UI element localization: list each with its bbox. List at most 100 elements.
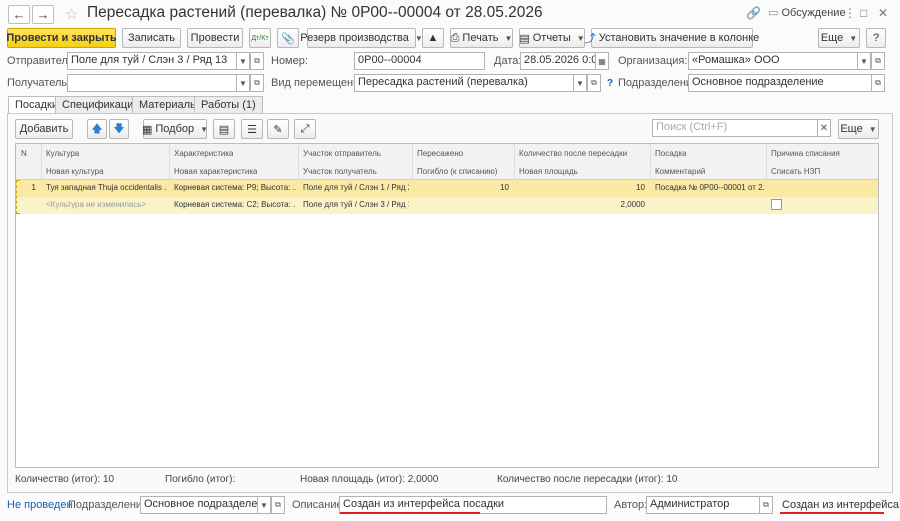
chevron-down-icon[interactable]: ▼ xyxy=(573,74,587,92)
new-culture-cell[interactable]: <Культура не изменилась> xyxy=(46,200,166,209)
recipient-plot-cell[interactable]: Поле для туй / Слэн 3 / Ряд 13 xyxy=(303,200,409,209)
chevron-down-icon: ▼ xyxy=(849,33,858,43)
created-from-underline xyxy=(780,512,884,514)
culture-cell[interactable]: Туя западная Thuja occidentalis ... xyxy=(46,183,166,192)
header-new-area[interactable]: Новая площадь xyxy=(519,167,578,176)
calendar-icon[interactable]: ▦ xyxy=(595,52,609,70)
reports-button[interactable]: ▤ Отчеты ▼ xyxy=(519,28,585,48)
pick-button[interactable]: ▦ Подбор ▼ xyxy=(142,119,209,139)
open-icon[interactable]: ⧉ xyxy=(250,52,264,70)
number-label: Номер: xyxy=(271,55,308,67)
favorite-star-icon[interactable]: ☆ xyxy=(65,5,78,23)
table-more-button[interactable]: Еще ▼ xyxy=(838,119,879,139)
open-icon[interactable]: ⧉ xyxy=(271,496,285,514)
more-vertical-icon[interactable]: ⋮ xyxy=(844,6,856,20)
organization-field[interactable]: «Ромашка» ООО xyxy=(688,52,858,70)
expand-icon[interactable]: ⤢ xyxy=(294,119,316,139)
dt-kt-icon[interactable]: Дт/Кт xyxy=(249,28,271,48)
recipient-field[interactable] xyxy=(67,74,237,92)
document-title: Пересадка растений (перевалка) № 0Р00--0… xyxy=(87,4,543,21)
total-qty-after: Количество после пересадки (итог): 10 xyxy=(497,474,678,485)
paperclip-icon[interactable]: 📎 xyxy=(277,28,299,48)
planting-cell[interactable]: Посадка № 0Р00--00001 от 2... xyxy=(655,183,765,192)
open-icon[interactable]: ⧉ xyxy=(759,496,773,514)
link-icon[interactable]: 🔗 xyxy=(746,6,761,20)
total-new-area: Новая площадь (итог): 2,0000 xyxy=(300,474,439,485)
number-field[interactable]: 0Р00--00004 xyxy=(354,52,485,70)
printer-icon: ⎙ xyxy=(450,31,460,44)
date-field[interactable]: 28.05.2026 0:00: xyxy=(520,52,596,70)
add-button[interactable]: Добавить xyxy=(15,119,73,139)
header-n[interactable]: N xyxy=(21,149,27,158)
movement-type-field[interactable]: Пересадка растений (перевалка) xyxy=(354,74,574,92)
header-new-characteristic[interactable]: Новая характеристика xyxy=(174,167,257,176)
post-button[interactable]: Провести xyxy=(187,28,243,48)
new-area-cell[interactable]: 2,0000 xyxy=(519,200,645,209)
save-button[interactable]: Записать xyxy=(122,28,181,48)
reserve-production-button[interactable]: Резерв производства ▼ xyxy=(300,28,423,48)
write-off-wip-checkbox[interactable] xyxy=(771,199,782,210)
header-characteristic[interactable]: Характеристика xyxy=(174,149,233,158)
clear-search-icon[interactable]: ✕ xyxy=(817,119,831,137)
maximize-icon[interactable]: □ xyxy=(860,6,867,20)
set-column-value-button[interactable]: ⤴ Установить значение в колонке xyxy=(585,28,759,48)
author-label: Автор: xyxy=(614,499,648,511)
description-underline xyxy=(340,512,480,514)
open-icon[interactable]: ⧉ xyxy=(871,74,885,92)
search-input[interactable]: Поиск (Ctrl+F) xyxy=(652,119,818,137)
qty-after-cell[interactable]: 10 xyxy=(519,183,645,192)
header-write-off-reason[interactable]: Причина списания xyxy=(771,149,840,158)
header-qty-after[interactable]: Количество после пересадки xyxy=(519,149,627,158)
forward-arrow-icon[interactable]: → xyxy=(32,5,54,24)
header-dead[interactable]: Погибло (к списанию) xyxy=(417,167,497,176)
reports-icon: ▤ xyxy=(519,32,530,45)
chevron-down-icon[interactable]: ▼ xyxy=(857,52,871,70)
footer-department-field[interactable]: Основное подразделение xyxy=(140,496,258,514)
department-field[interactable]: Основное подразделение xyxy=(688,74,872,92)
help-button[interactable]: ? xyxy=(866,28,886,48)
close-icon[interactable]: ✕ xyxy=(878,6,888,20)
move-down-icon[interactable]: 🡇 xyxy=(109,119,129,139)
help-question-icon[interactable]: ? xyxy=(603,76,617,90)
back-arrow-icon[interactable]: ← xyxy=(8,5,30,24)
new-characteristic-cell[interactable]: Корневая система: C2; Высота: ... xyxy=(174,200,296,209)
table-icon[interactable]: ▤ xyxy=(213,119,235,139)
discussion-button[interactable]: ▭ Обсуждение xyxy=(768,6,846,19)
chat-icon: ▭ xyxy=(768,7,779,19)
move-up-icon[interactable]: 🡅 xyxy=(87,119,107,139)
chevron-down-icon: ▼ xyxy=(576,33,585,43)
header-culture[interactable]: Культура xyxy=(46,149,79,158)
chevron-down-icon[interactable]: ▼ xyxy=(257,496,271,514)
header-write-off-wip[interactable]: Списать НЗП xyxy=(771,167,820,176)
author-field[interactable]: Администратор xyxy=(646,496,760,514)
header-transplanted[interactable]: Пересажено xyxy=(417,149,463,158)
organization-label: Организация: xyxy=(618,55,688,67)
header-sender-plot[interactable]: Участок отправитель xyxy=(303,149,381,158)
header-recipient-plot[interactable]: Участок получатель xyxy=(303,167,377,176)
chevron-down-icon: ▼ xyxy=(200,124,209,134)
open-icon[interactable]: ⧉ xyxy=(871,52,885,70)
header-comment[interactable]: Комментарий xyxy=(655,167,705,176)
print-button[interactable]: ⎙ Печать ▼ xyxy=(450,28,513,48)
barcode-icon[interactable]: ☰ xyxy=(241,119,263,139)
description-label: Описание: xyxy=(292,499,346,511)
post-and-close-button[interactable]: Провести и закрыть xyxy=(6,28,117,48)
chevron-down-icon[interactable]: ▼ xyxy=(236,52,250,70)
sender-field[interactable]: Поле для туй / Слэн 3 / Ряд 13 xyxy=(67,52,237,70)
transplanted-cell[interactable]: 10 xyxy=(417,183,509,192)
status-link[interactable]: Не проведен xyxy=(7,499,73,511)
header-new-culture[interactable]: Новая культура xyxy=(46,167,104,176)
tab-works[interactable]: Работы (1) xyxy=(194,96,263,114)
open-icon[interactable]: ⧉ xyxy=(250,74,264,92)
edit-icon[interactable]: ✎ xyxy=(267,119,289,139)
current-row-marker xyxy=(16,180,20,214)
open-icon[interactable]: ⧉ xyxy=(587,74,601,92)
more-button[interactable]: Еще ▼ xyxy=(818,28,860,48)
set-value-icon: ⤴ xyxy=(584,33,596,45)
characteristic-cell[interactable]: Корневая система: P9; Высота: ... xyxy=(174,183,296,192)
structure-icon[interactable]: ▲ xyxy=(422,28,444,48)
plantings-table[interactable]: N Культура Характеристика Участок отправ… xyxy=(15,143,879,468)
header-planting[interactable]: Посадка xyxy=(655,149,686,158)
chevron-down-icon[interactable]: ▼ xyxy=(236,74,250,92)
sender-plot-cell[interactable]: Поле для туй / Слэн 1 / Ряд 2 xyxy=(303,183,409,192)
